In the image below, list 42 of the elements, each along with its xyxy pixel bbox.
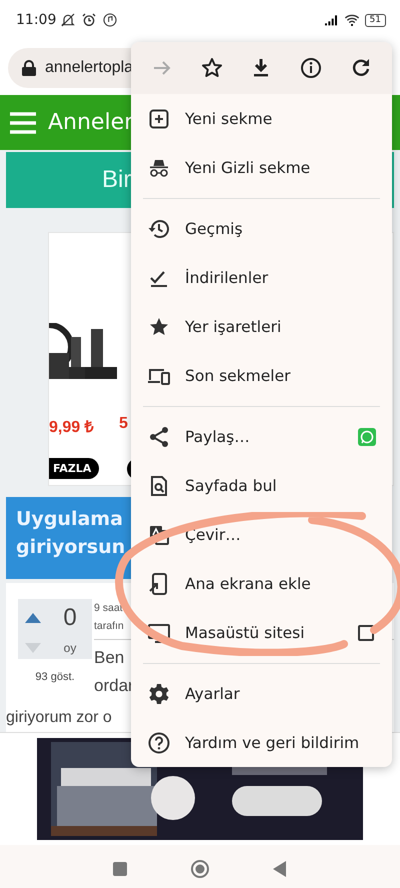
menu-item[interactable]: Masaüstü sitesi — [131, 608, 392, 657]
clock: 11:09 — [16, 12, 56, 28]
recents-icon[interactable] — [111, 860, 129, 878]
product-price: 9,99 ₺ — [49, 418, 94, 437]
share-icon[interactable] — [147, 424, 171, 448]
vote-count: 0 — [63, 604, 77, 632]
back-icon[interactable] — [271, 860, 289, 878]
home-icon[interactable] — [191, 860, 209, 878]
new-tab-icon[interactable] — [147, 106, 171, 130]
menu-item[interactable]: Ana ekrana ekle — [131, 559, 392, 608]
upvote-icon[interactable] — [25, 612, 41, 622]
post-meta: tarafın — [94, 619, 124, 634]
lock-icon — [22, 60, 36, 76]
menu-item[interactable]: Yer işaretleri — [131, 302, 392, 351]
menu-item[interactable]: Paylaş… — [131, 412, 392, 461]
menu-item[interactable]: Yeni sekme — [131, 94, 392, 143]
bookmark-star-icon[interactable] — [200, 56, 224, 80]
menu-item[interactable]: İndirilenler — [131, 253, 392, 302]
menu-item[interactable]: Yeni Gizli sekme — [131, 143, 392, 192]
menu-item[interactable]: Yardım ve geri bildirim — [131, 718, 392, 767]
menu-item[interactable]: Geçmiş — [131, 204, 392, 253]
product-price: 5 — [119, 415, 128, 433]
help-icon[interactable] — [147, 730, 171, 754]
vote-label: oy — [64, 640, 76, 654]
music-icon — [102, 12, 118, 28]
post-text: giriyorum zor o — [6, 708, 112, 727]
info-icon[interactable] — [299, 56, 324, 80]
wifi-icon — [344, 12, 360, 28]
post-text: ordar — [94, 675, 134, 697]
menu-item[interactable]: Ayarlar — [131, 669, 392, 718]
view-count: 93 göst. — [35, 671, 75, 683]
battery-level: 51 — [364, 14, 386, 26]
post-meta: 9 saat — [94, 601, 123, 616]
alarm-icon — [81, 12, 98, 28]
product-badge: FAZLA — [49, 458, 100, 479]
settings-icon[interactable] — [147, 682, 171, 706]
menu-icon[interactable] — [10, 112, 36, 134]
muted-bell-icon — [60, 12, 76, 28]
menu-item[interactable]: Son sekmeler — [131, 351, 392, 400]
post-text: Ben — [94, 647, 124, 669]
menu-item[interactable]: Sayfada bul — [131, 461, 392, 510]
checkbox[interactable] — [358, 624, 374, 640]
